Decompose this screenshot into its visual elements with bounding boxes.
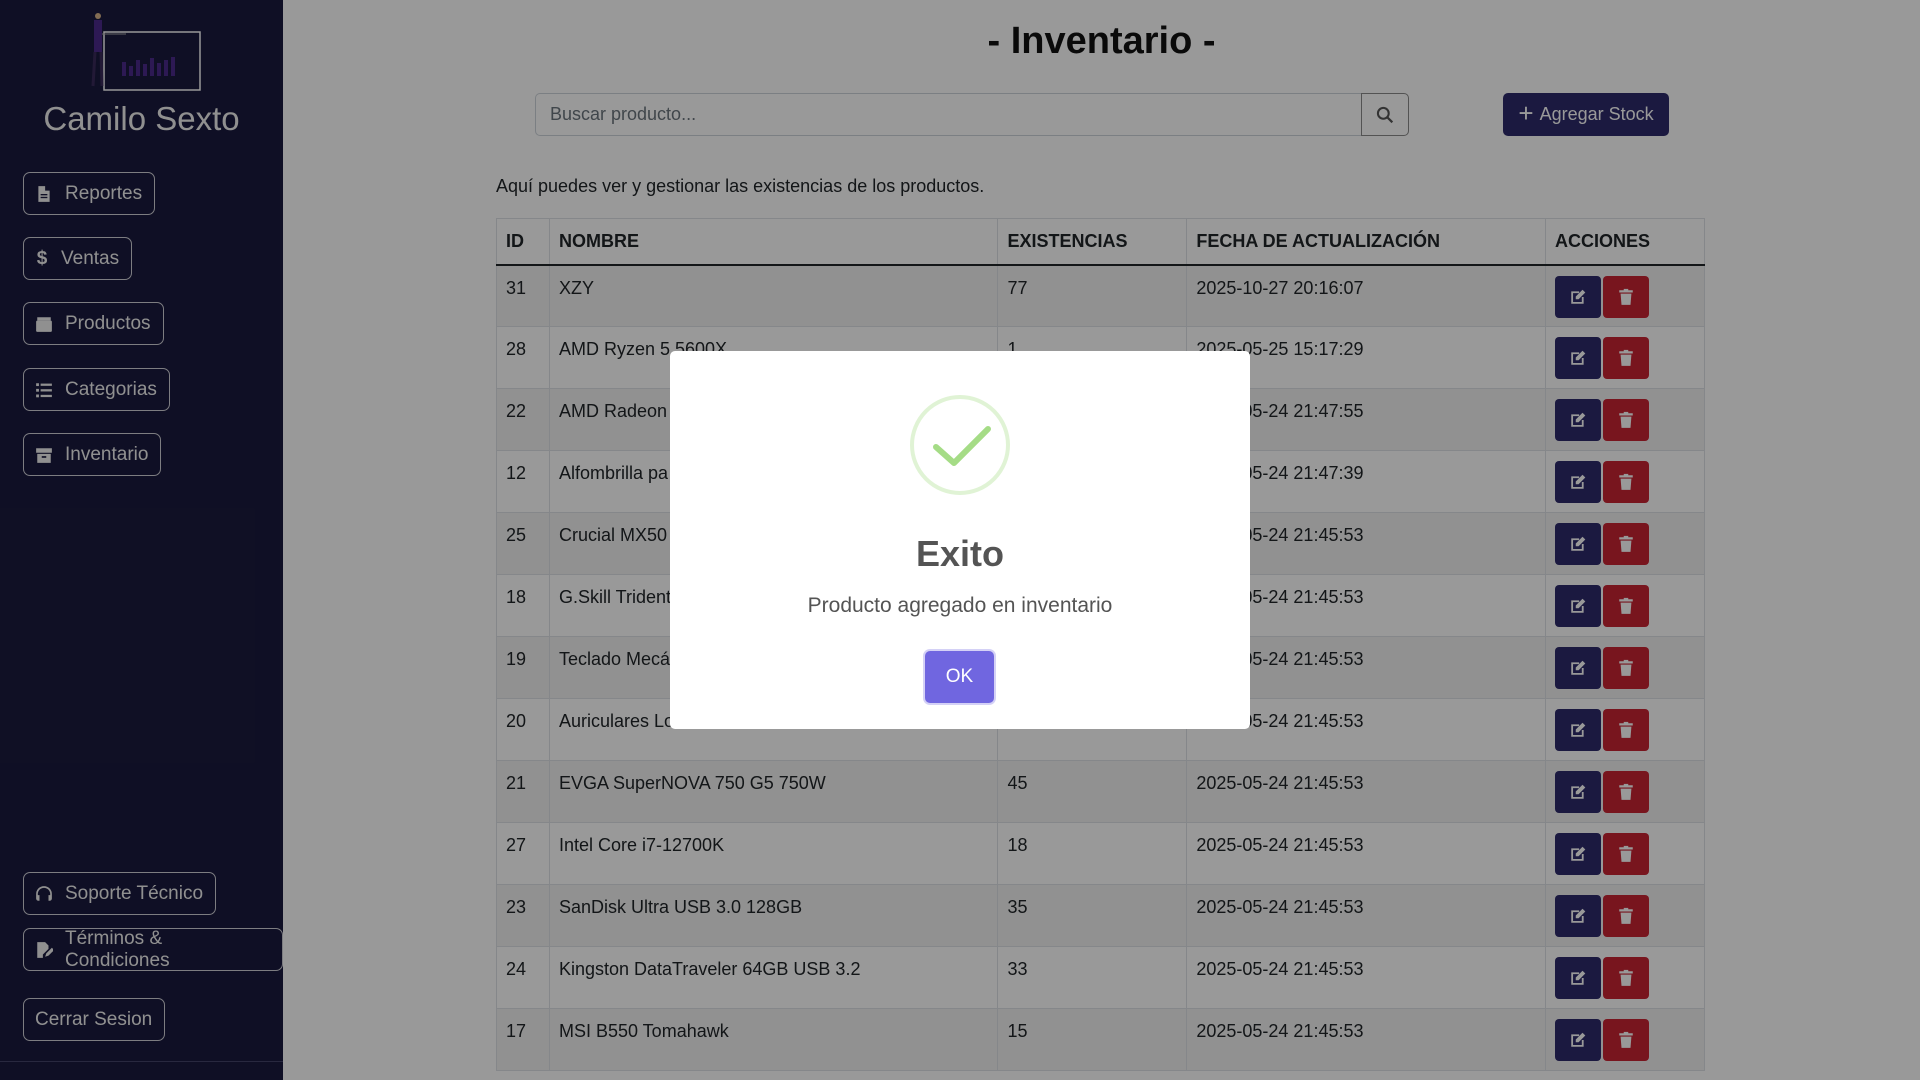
dialog-title: Exito	[915, 533, 1004, 574]
ok-button[interactable]: OK	[925, 651, 994, 703]
dialog-message: Producto agregado en inventario	[807, 594, 1113, 617]
success-check-icon	[910, 395, 1010, 495]
success-dialog: Exito Producto agregado en inventario OK	[670, 351, 1250, 729]
